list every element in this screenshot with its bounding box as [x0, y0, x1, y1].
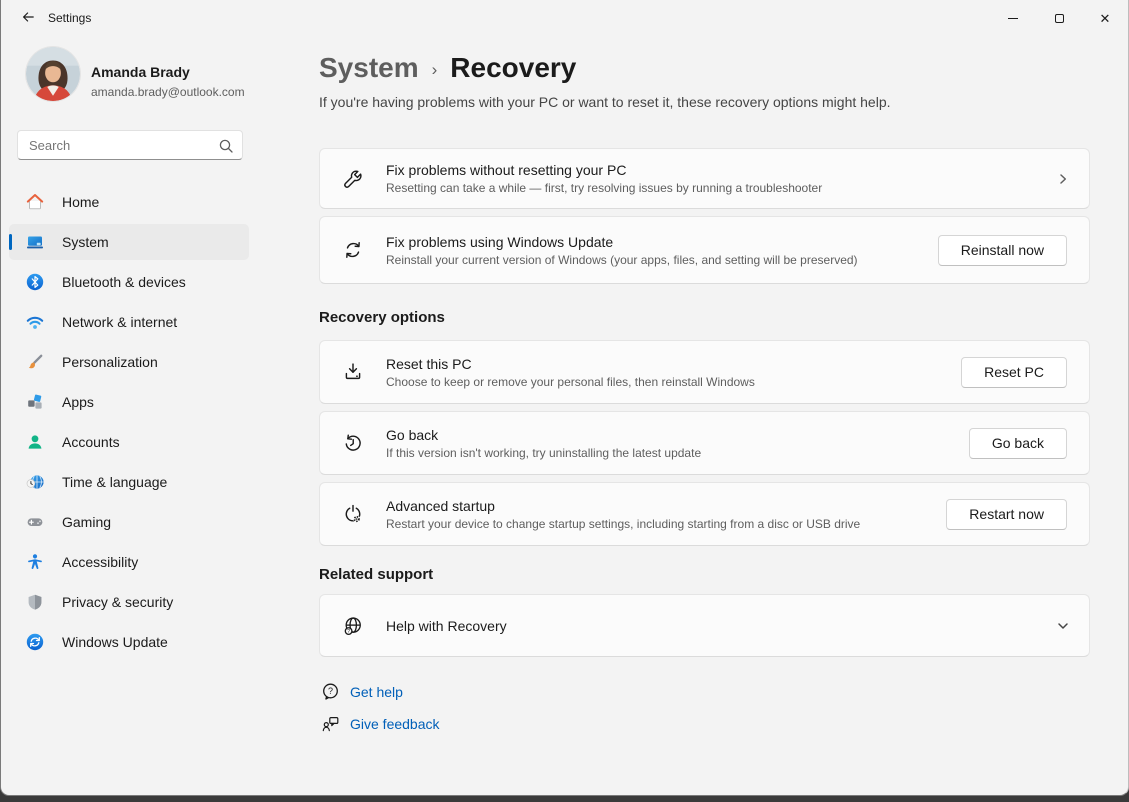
search-input[interactable] — [18, 131, 242, 159]
breadcrumb-separator-icon: › — [432, 57, 438, 80]
close-button[interactable]: ✕ — [1082, 0, 1128, 36]
card-subtitle: Restart your device to change startup se… — [386, 517, 946, 531]
breadcrumb-parent[interactable]: System — [319, 52, 419, 84]
home-icon — [25, 192, 45, 212]
feedback-icon — [321, 714, 340, 733]
card-title: Advanced startup — [386, 498, 946, 514]
get-help-link[interactable]: ? Get help — [321, 682, 403, 701]
chevron-down-icon — [1055, 618, 1071, 634]
card-go-back: Go back If this version isn't working, t… — [319, 411, 1090, 475]
sidebar-item-label: Apps — [62, 394, 94, 410]
globe-help-icon: ? — [342, 615, 364, 637]
search-box — [17, 130, 243, 160]
sidebar-item-bluetooth-devices[interactable]: Bluetooth & devices — [9, 264, 249, 300]
sidebar-item-home[interactable]: Home — [9, 184, 249, 220]
card-help-with-recovery[interactable]: ? Help with Recovery — [319, 594, 1090, 657]
sidebar-item-label: Network & internet — [62, 314, 177, 330]
wrench-icon — [342, 168, 364, 190]
reset-pc-icon — [342, 361, 364, 383]
card-title: Go back — [386, 427, 969, 443]
reinstall-now-button[interactable]: Reinstall now — [938, 235, 1067, 266]
svg-text:?: ? — [328, 686, 333, 696]
sidebar-item-label: Bluetooth & devices — [62, 274, 186, 290]
card-windows-update-fix: Fix problems using Windows Update Reinst… — [319, 216, 1090, 284]
go-back-button[interactable]: Go back — [969, 428, 1067, 459]
accounts-icon — [25, 432, 45, 452]
card-advanced-startup: Advanced startup Restart your device to … — [319, 482, 1090, 546]
network-icon — [25, 312, 45, 332]
personalization-icon — [25, 352, 45, 372]
card-troubleshoot[interactable]: Fix problems without resetting your PC R… — [319, 148, 1090, 209]
page-title: Recovery — [450, 52, 576, 84]
maximize-button[interactable] — [1036, 0, 1082, 36]
sidebar-item-network-internet[interactable]: Network & internet — [9, 304, 249, 340]
history-clock-icon — [342, 432, 364, 454]
apps-icon — [25, 392, 45, 412]
card-title: Fix problems without resetting your PC — [386, 162, 1055, 178]
sidebar-item-privacy-security[interactable]: Privacy & security — [9, 584, 249, 620]
minimize-icon — [1008, 18, 1018, 19]
sidebar-item-label: System — [62, 234, 109, 250]
sidebar-item-label: Privacy & security — [62, 594, 173, 610]
sidebar-item-system[interactable]: System — [9, 224, 249, 260]
card-reset-pc: Reset this PC Choose to keep or remove y… — [319, 340, 1090, 404]
sidebar-item-time-language[interactable]: Time & language — [9, 464, 249, 500]
power-gear-icon — [342, 503, 364, 525]
window-controls: ✕ — [990, 0, 1128, 36]
sidebar-item-label: Windows Update — [62, 634, 168, 650]
give-feedback-link[interactable]: Give feedback — [321, 714, 440, 733]
back-icon — [20, 9, 36, 30]
give-feedback-label: Give feedback — [350, 716, 440, 732]
get-help-label: Get help — [350, 684, 403, 700]
back-button[interactable] — [12, 6, 44, 32]
profile-name: Amanda Brady — [91, 64, 190, 80]
profile-email: amanda.brady@outlook.com — [91, 85, 245, 99]
maximize-icon — [1055, 14, 1064, 23]
section-heading-recovery-options: Recovery options — [319, 309, 445, 326]
card-title: Help with Recovery — [386, 618, 1055, 634]
sidebar-item-label: Gaming — [62, 514, 111, 530]
sidebar-item-personalization[interactable]: Personalization — [9, 344, 249, 380]
sidebar-item-accounts[interactable]: Accounts — [9, 424, 249, 460]
sync-icon — [342, 239, 364, 261]
accessibility-icon — [25, 552, 45, 572]
search-icon — [218, 138, 234, 154]
section-heading-related-support: Related support — [319, 566, 433, 583]
time-language-icon — [25, 472, 45, 492]
desktop-background: Settings ✕ Amanda Brady aman — [0, 0, 1129, 802]
card-title: Fix problems using Windows Update — [386, 234, 938, 250]
page-description: If you're having problems with your PC o… — [319, 94, 891, 110]
user-avatar — [26, 47, 80, 101]
bluetooth-icon — [25, 272, 45, 292]
svg-text:?: ? — [347, 628, 350, 634]
card-subtitle: Resetting can take a while — first, try … — [386, 181, 1055, 195]
sidebar-item-label: Personalization — [62, 354, 158, 370]
privacy-security-icon — [25, 592, 45, 612]
chevron-right-icon — [1055, 171, 1071, 187]
reset-pc-button[interactable]: Reset PC — [961, 357, 1067, 388]
sidebar-item-label: Home — [62, 194, 99, 210]
sidebar-item-gaming[interactable]: Gaming — [9, 504, 249, 540]
windows-update-icon — [25, 632, 45, 652]
card-subtitle: Choose to keep or remove your personal f… — [386, 375, 961, 389]
close-icon: ✕ — [1100, 12, 1111, 25]
gaming-icon — [25, 512, 45, 532]
card-subtitle: Reinstall your current version of Window… — [386, 253, 938, 267]
sidebar-item-label: Accessibility — [62, 554, 138, 570]
breadcrumb: System › Recovery — [319, 52, 576, 84]
sidebar-nav: Home System Bluetooth & devices Network … — [9, 184, 249, 664]
sidebar-item-label: Accounts — [62, 434, 120, 450]
system-icon — [25, 232, 45, 252]
sidebar-item-windows-update[interactable]: Windows Update — [9, 624, 249, 660]
settings-window: Settings ✕ Amanda Brady aman — [0, 0, 1129, 796]
sidebar-item-accessibility[interactable]: Accessibility — [9, 544, 249, 580]
sidebar-item-label: Time & language — [62, 474, 167, 490]
sidebar-item-apps[interactable]: Apps — [9, 384, 249, 420]
help-bubble-icon: ? — [321, 682, 340, 701]
card-title: Reset this PC — [386, 356, 961, 372]
restart-now-button[interactable]: Restart now — [946, 499, 1067, 530]
card-subtitle: If this version isn't working, try unins… — [386, 446, 969, 460]
app-title: Settings — [48, 11, 91, 25]
minimize-button[interactable] — [990, 0, 1036, 36]
